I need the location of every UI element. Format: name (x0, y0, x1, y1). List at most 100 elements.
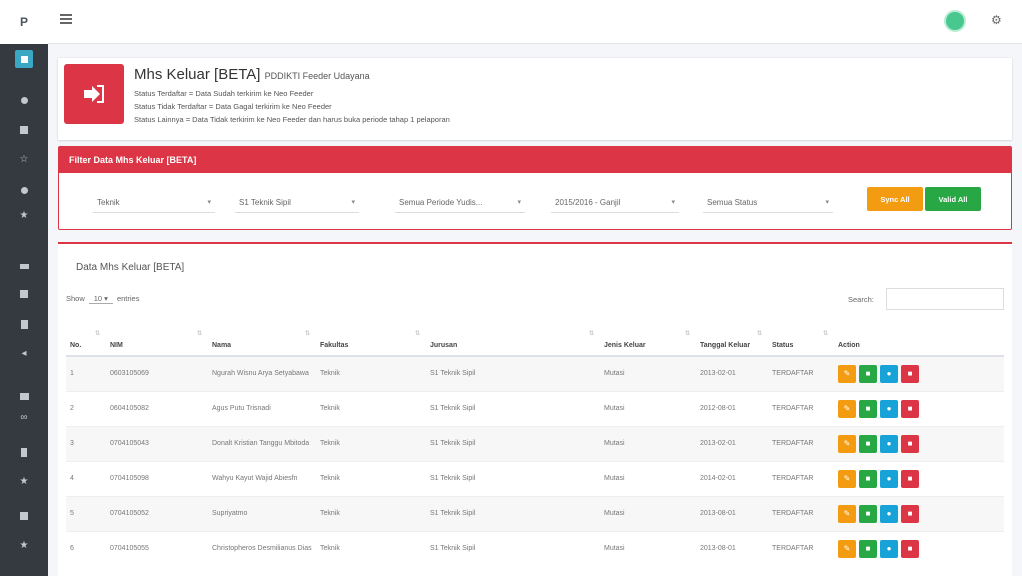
cell-no: 1 (66, 355, 106, 391)
page-title: Mhs Keluar [BETA] PDDIKTI Feeder Udayana (134, 66, 370, 83)
sidebar-item-star-2[interactable]: ★ (0, 470, 48, 494)
view-button[interactable]: ● (880, 364, 898, 383)
view-button[interactable]: ● (880, 469, 898, 488)
star-icon: ☆ (19, 154, 29, 165)
sidebar-item-send[interactable]: ◂ (0, 342, 48, 366)
cell-jenis: Mutasi (600, 530, 696, 566)
eye-icon: ● (886, 473, 892, 483)
sidebar-item-dashboard[interactable] (15, 50, 33, 68)
column-header-jurusan[interactable]: Jurusan ⇅ (426, 324, 600, 357)
entries-select[interactable]: 10 ▾ (88, 294, 113, 304)
sidebar-item-star[interactable]: ★ (0, 204, 48, 228)
filter-card: Filter Data Mhs Keluar [BETA] Teknik ▾ S1… (58, 146, 1012, 230)
status-select[interactable]: Semua Status ▾ (703, 193, 833, 213)
column-header-tanggal-keluar[interactable]: Tanggal Keluar ⇅ (696, 324, 768, 357)
fakultas-select[interactable]: Teknik ▾ (93, 193, 215, 213)
cell-nama: Wahyu Kayut Wajid Abiesfn (208, 460, 316, 496)
sign-out-icon (84, 85, 104, 103)
view-button[interactable]: ● (880, 434, 898, 453)
sort-icon: ⇅ (196, 331, 202, 337)
cell-nim: 0603105069 (106, 355, 208, 391)
column-header-action: Action (834, 324, 1004, 357)
column-header-nama[interactable]: Nama ⇅ (208, 324, 316, 357)
sidebar-item-bookmark[interactable] (0, 440, 48, 464)
sidebar-item-favorites[interactable]: ☆ (0, 148, 48, 172)
menu-toggle-icon[interactable] (60, 14, 72, 24)
column-header-jenis-keluar[interactable]: Jenis Keluar ⇅ (600, 324, 696, 357)
sidebar: P ☆ ★ ◂ ∞ ★ ★ (0, 0, 48, 576)
cell-nim: 0704105043 (106, 425, 208, 461)
prodi-select-value: S1 Teknik Sipil (239, 198, 291, 207)
table-row: 4 0704105098 Wahyu Kayut Wajid Abiesfn Tekn… (66, 460, 1004, 496)
cell-status: TERDAFTAR (768, 390, 834, 426)
cell-jurusan: S1 Teknik Sipil (426, 355, 600, 391)
sync-button[interactable]: ■ (859, 364, 877, 383)
cell-status: TERDAFTAR (768, 495, 834, 531)
user-avatar[interactable] (944, 10, 966, 32)
column-header-status[interactable]: Status ⇅ (768, 324, 834, 357)
sidebar-item-folder-2[interactable] (0, 504, 48, 528)
delete-button[interactable]: ■ (901, 469, 919, 488)
view-button[interactable]: ● (880, 539, 898, 558)
star-icon: ★ (19, 210, 29, 221)
sync-button[interactable]: ■ (859, 399, 877, 418)
fakultas-select-value: Teknik (97, 198, 120, 207)
cell-tanggal: 2013-02-01 (696, 355, 768, 391)
semester-select[interactable]: 2015/2016 - Ganjil ▾ (551, 193, 679, 213)
periode-select[interactable]: Semua Periode Yudis... ▾ (395, 193, 525, 213)
sync-button[interactable]: ■ (859, 469, 877, 488)
delete-button[interactable]: ■ (901, 539, 919, 558)
column-header-no[interactable]: No. ⇅ (66, 324, 106, 357)
prodi-select[interactable]: S1 Teknik Sipil ▾ (235, 193, 359, 213)
cell-action: ✎ ■ ● ■ (834, 425, 1004, 461)
edit-button[interactable]: ✎ (838, 539, 856, 558)
edit-button[interactable]: ✎ (838, 469, 856, 488)
search-input[interactable] (886, 288, 1004, 310)
valid-all-button[interactable]: Valid All (925, 187, 981, 211)
view-button[interactable]: ● (880, 399, 898, 418)
dashboard-icon (20, 55, 28, 63)
sidebar-item-chat[interactable] (0, 254, 48, 278)
cell-fakultas: Teknik (316, 355, 426, 391)
sidebar-item-home[interactable] (0, 88, 48, 112)
edit-button[interactable]: ✎ (838, 399, 856, 418)
trash-icon: ■ (907, 543, 913, 553)
cell-nama: Ngurah Wisnu Arya Setyabawa (208, 355, 316, 391)
view-button[interactable]: ● (880, 504, 898, 523)
sync-icon: ■ (865, 368, 871, 378)
cell-tanggal: 2013-08-01 (696, 530, 768, 566)
sync-icon: ■ (865, 543, 871, 553)
sync-button[interactable]: ■ (859, 434, 877, 453)
sidebar-item-star-3[interactable]: ★ (0, 534, 48, 558)
delete-button[interactable]: ■ (901, 364, 919, 383)
delete-button[interactable]: ■ (901, 399, 919, 418)
sync-button[interactable]: ■ (859, 539, 877, 558)
edit-icon: ✎ (843, 438, 851, 448)
edit-icon: ✎ (843, 508, 851, 518)
sidebar-item-table[interactable] (0, 118, 48, 142)
sidebar-item-link[interactable]: ∞ (0, 406, 48, 430)
delete-button[interactable]: ■ (901, 434, 919, 453)
sync-all-button[interactable]: Sync All (867, 187, 923, 211)
cell-action: ✎ ■ ● ■ (834, 355, 1004, 391)
sidebar-item-folder[interactable] (0, 282, 48, 306)
chat-icon (19, 263, 29, 269)
edit-button[interactable]: ✎ (838, 504, 856, 523)
column-header-nim[interactable]: NIM ⇅ (106, 324, 208, 357)
sync-button[interactable]: ■ (859, 504, 877, 523)
send-icon: ◂ (21, 348, 27, 359)
cell-fakultas: Teknik (316, 495, 426, 531)
eye-icon: ● (886, 438, 892, 448)
star-icon: ★ (19, 540, 29, 551)
brand-logo[interactable]: P (0, 0, 48, 44)
settings-icon[interactable]: ⚙ (991, 13, 1002, 27)
column-header-fakultas[interactable]: Fakultas ⇅ (316, 324, 426, 357)
sidebar-item-document[interactable] (0, 312, 48, 336)
table-header-row: No. ⇅ NIM ⇅ Nama ⇅ Fakultas ⇅ Jurusan ⇅ Jenis… (66, 324, 1004, 357)
edit-button[interactable]: ✎ (838, 364, 856, 383)
sidebar-item-chart[interactable] (0, 384, 48, 408)
edit-button[interactable]: ✎ (838, 434, 856, 453)
cell-action: ✎ ■ ● ■ (834, 495, 1004, 531)
sidebar-item-plugin[interactable] (0, 178, 48, 202)
delete-button[interactable]: ■ (901, 504, 919, 523)
